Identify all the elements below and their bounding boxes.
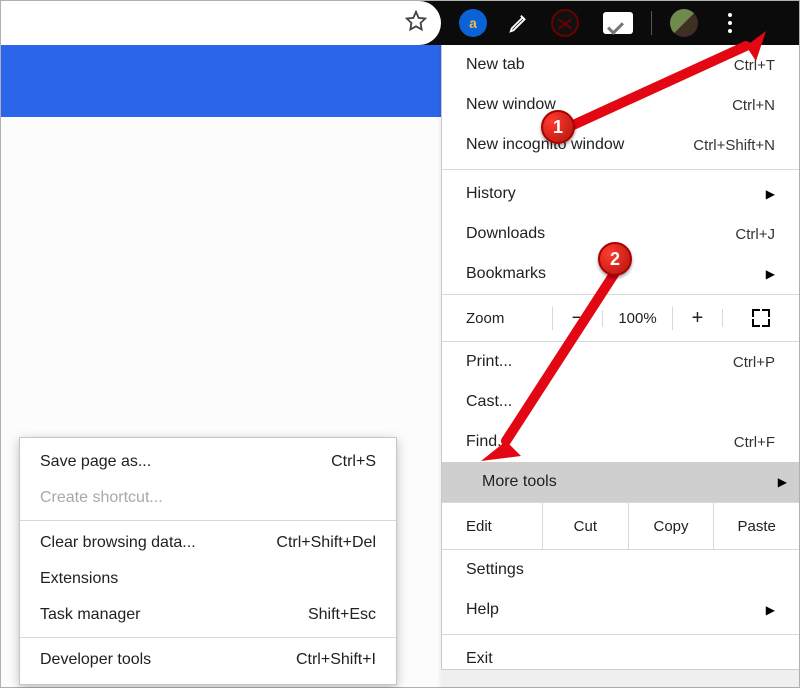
menu-help[interactable]: Help ▶: [442, 590, 799, 630]
menu-incognito[interactable]: New incognito window Ctrl+Shift+N: [442, 125, 799, 165]
menu-label: Task manager: [40, 606, 141, 624]
chevron-right-icon: ▶: [778, 475, 787, 489]
submenu-create-shortcut: Create shortcut...: [20, 480, 396, 516]
menu-label: More tools: [482, 473, 768, 491]
menu-separator: [20, 520, 396, 521]
shortcut-label: Ctrl+P: [733, 354, 775, 371]
chevron-right-icon: ▶: [766, 187, 775, 201]
shortcut-label: Ctrl+J: [735, 226, 775, 243]
shortcut-label: Ctrl+Shift+Del: [276, 534, 376, 552]
menu-label: Bookmarks: [466, 265, 756, 283]
chevron-right-icon: ▶: [766, 603, 775, 617]
menu-label: Settings: [466, 561, 775, 579]
fullscreen-icon: [752, 309, 770, 327]
blocker-extension-icon[interactable]: [551, 9, 579, 37]
chrome-main-menu: New tab Ctrl+T New window Ctrl+N New inc…: [441, 45, 799, 687]
shortcut-label: Ctrl+F: [734, 434, 775, 451]
menu-label: Help: [466, 601, 756, 619]
edit-extension-icon[interactable]: [505, 9, 533, 37]
menu-separator: [442, 169, 799, 170]
menu-cast[interactable]: Cast...: [442, 382, 799, 422]
submenu-save-as[interactable]: Save page as... Ctrl+S: [20, 444, 396, 480]
edit-label: Edit: [442, 503, 542, 549]
menu-new-tab[interactable]: New tab Ctrl+T: [442, 45, 799, 85]
shortcut-label: Ctrl+N: [732, 97, 775, 114]
profile-avatar-icon[interactable]: [670, 9, 698, 37]
more-menu-button[interactable]: [716, 9, 744, 37]
submenu-clear-data[interactable]: Clear browsing data... Ctrl+Shift+Del: [20, 525, 396, 561]
menu-label: Extensions: [40, 570, 118, 588]
menu-label: New incognito window: [466, 136, 693, 154]
page-banner: [1, 45, 441, 117]
menu-edit-row: Edit Cut Copy Paste: [442, 502, 799, 550]
menu-zoom-row: Zoom − 100% +: [442, 294, 799, 342]
menu-label: Developer tools: [40, 651, 151, 669]
edit-paste-button[interactable]: Paste: [713, 503, 799, 549]
chevron-right-icon: ▶: [766, 267, 775, 281]
menu-label: Create shortcut...: [40, 489, 163, 507]
extension-area: a: [441, 1, 799, 45]
zoom-in-button[interactable]: +: [672, 307, 722, 330]
menu-new-window[interactable]: New window Ctrl+N: [442, 85, 799, 125]
menu-label: Save page as...: [40, 453, 151, 471]
edit-cut-button[interactable]: Cut: [542, 503, 628, 549]
browser-toolbar: a: [1, 1, 799, 45]
star-icon[interactable]: [405, 10, 427, 36]
menu-separator: [20, 637, 396, 638]
menu-separator: [442, 634, 799, 635]
menu-label: Find...: [466, 433, 734, 451]
shortcut-label: Ctrl+Shift+I: [296, 651, 376, 669]
save-extension-icon[interactable]: [603, 12, 633, 34]
submenu-developer-tools[interactable]: Developer tools Ctrl+Shift+I: [20, 642, 396, 678]
menu-label: Cast...: [466, 393, 775, 411]
bottom-strip: [441, 669, 799, 687]
shortcut-label: Ctrl+S: [331, 453, 376, 471]
zoom-out-button[interactable]: −: [552, 307, 602, 330]
menu-print[interactable]: Print... Ctrl+P: [442, 342, 799, 382]
zoom-label: Zoom: [442, 310, 552, 327]
menu-label: Print...: [466, 353, 733, 371]
toolbar-separator: [651, 11, 652, 35]
shortcut-label: Shift+Esc: [308, 606, 376, 624]
menu-label: Clear browsing data...: [40, 534, 196, 552]
menu-label: New tab: [466, 56, 734, 74]
menu-downloads[interactable]: Downloads Ctrl+J: [442, 214, 799, 254]
more-tools-submenu: Save page as... Ctrl+S Create shortcut..…: [19, 437, 397, 685]
menu-bookmarks[interactable]: Bookmarks ▶: [442, 254, 799, 294]
menu-label: Downloads: [466, 225, 735, 243]
menu-more-tools[interactable]: More tools ▶: [442, 462, 799, 502]
submenu-extensions[interactable]: Extensions: [20, 561, 396, 597]
fullscreen-button[interactable]: [722, 309, 799, 327]
menu-find[interactable]: Find... Ctrl+F: [442, 422, 799, 462]
menu-label: Exit: [466, 650, 775, 668]
shortcut-label: Ctrl+Shift+N: [693, 137, 775, 154]
menu-label: New window: [466, 96, 732, 114]
omnibox[interactable]: [1, 1, 441, 45]
edit-copy-button[interactable]: Copy: [628, 503, 714, 549]
submenu-task-manager[interactable]: Task manager Shift+Esc: [20, 597, 396, 633]
menu-history[interactable]: History ▶: [442, 174, 799, 214]
shortcut-label: Ctrl+T: [734, 57, 775, 74]
menu-label: History: [466, 185, 756, 203]
menu-settings[interactable]: Settings: [442, 550, 799, 590]
amazon-extension-icon[interactable]: a: [459, 9, 487, 37]
zoom-value: 100%: [602, 310, 672, 327]
